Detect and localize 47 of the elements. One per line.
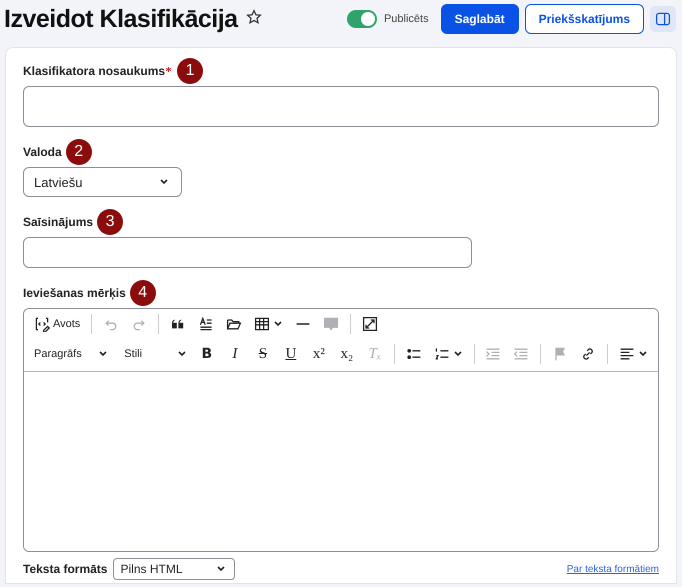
number-badge: 2 bbox=[66, 139, 92, 165]
source-icon bbox=[34, 316, 50, 332]
toolbar-button[interactable]: x² bbox=[306, 341, 332, 367]
table-icon bbox=[254, 316, 270, 332]
field-label: Saīsinājums bbox=[23, 215, 94, 229]
caret-icon bbox=[176, 349, 187, 359]
caret-icon bbox=[452, 349, 463, 359]
toolbar-dropdown[interactable]: Stili bbox=[119, 341, 192, 367]
toolbar-dropdown[interactable]: Paragrāfs bbox=[29, 341, 114, 367]
page-title: Izveidot Klasifikācija bbox=[4, 4, 238, 34]
align-icon bbox=[618, 346, 635, 362]
caret-icon bbox=[638, 349, 648, 359]
comment-icon bbox=[323, 316, 340, 332]
field-label: Ieviešanas mērķis bbox=[23, 286, 126, 300]
language-select[interactable]: Latviešu bbox=[23, 167, 182, 197]
indent-icon bbox=[485, 346, 502, 362]
number-badge: 4 bbox=[130, 280, 156, 306]
toolbar-button[interactable]: U bbox=[278, 341, 304, 367]
format-select[interactable]: Pilns HTML bbox=[113, 558, 236, 580]
number-badge: 1 bbox=[177, 58, 204, 84]
toggle-label: Publicēts bbox=[384, 13, 429, 25]
sidebar-toggle-icon[interactable] bbox=[650, 6, 676, 32]
chevron-icon bbox=[159, 177, 169, 187]
preview-button[interactable]: Priekšskatījums bbox=[524, 4, 644, 34]
chevron-icon bbox=[216, 564, 226, 574]
fullscreen-icon bbox=[362, 316, 378, 332]
number-badge: 3 bbox=[97, 209, 124, 235]
field-label: Klasifikatora nosaukums bbox=[23, 64, 166, 78]
publish-toggle[interactable] bbox=[346, 10, 377, 28]
outdent-icon bbox=[513, 346, 530, 362]
toolbar-button[interactable]: x₂ bbox=[334, 341, 360, 367]
input-field[interactable] bbox=[23, 237, 472, 268]
caret-icon bbox=[98, 349, 108, 359]
input-field[interactable] bbox=[23, 86, 659, 127]
toolbar-button[interactable]: Avots bbox=[29, 311, 86, 337]
bullet-list-icon bbox=[406, 346, 422, 362]
toolbar-button[interactable]: B bbox=[194, 341, 220, 367]
field-label: Valoda bbox=[23, 145, 62, 159]
caret-icon bbox=[273, 319, 284, 329]
horizontal-line-icon bbox=[295, 323, 312, 325]
format-label: Teksta formāts bbox=[23, 562, 108, 576]
help-link[interactable]: Par teksta formātiem bbox=[566, 564, 659, 574]
toolbar-button[interactable]: I bbox=[222, 341, 248, 367]
toolbar-button[interactable]: S bbox=[250, 341, 276, 367]
save-button[interactable]: Saglabāt bbox=[440, 4, 519, 34]
numbered-list-icon bbox=[434, 346, 450, 362]
text-part-icon bbox=[198, 316, 214, 332]
